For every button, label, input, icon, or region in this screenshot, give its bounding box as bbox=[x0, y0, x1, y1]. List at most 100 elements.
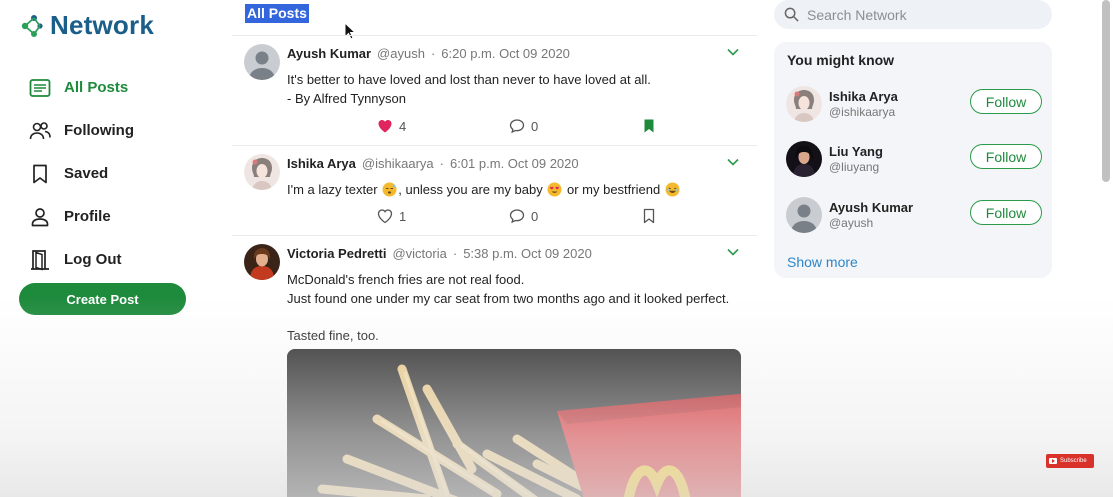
avatar[interactable] bbox=[244, 44, 280, 80]
suggestion-item: Liu Yang @liuyang Follow bbox=[786, 139, 1042, 179]
people-icon bbox=[28, 119, 52, 143]
avatar[interactable] bbox=[786, 197, 822, 233]
post-image[interactable] bbox=[287, 349, 741, 497]
brand-logo[interactable]: Network bbox=[18, 10, 154, 41]
nav-item-following[interactable]: Following bbox=[28, 109, 134, 152]
post-author-name[interactable]: Ayush Kumar bbox=[287, 46, 371, 61]
post-author-handle[interactable]: @ayush bbox=[377, 46, 425, 61]
youtube-play-icon bbox=[1049, 458, 1057, 464]
comment-count: 0 bbox=[531, 118, 539, 134]
scrollbar[interactable] bbox=[1102, 0, 1110, 182]
follow-button[interactable]: Follow bbox=[970, 200, 1042, 225]
suggestion-handle: @ishikaarya bbox=[829, 105, 896, 119]
suggestion-name[interactable]: Liu Yang bbox=[829, 144, 883, 159]
post-content: I'm a lazy texter , unless you are my ba… bbox=[287, 180, 747, 199]
follow-button[interactable]: Follow bbox=[970, 144, 1042, 169]
sleepy-emoji-icon bbox=[382, 182, 397, 197]
comment-count: 0 bbox=[531, 208, 539, 224]
post-timestamp: 6:20 p.m. Oct 09 2020 bbox=[441, 46, 570, 61]
avatar[interactable] bbox=[244, 244, 280, 280]
save-button[interactable] bbox=[641, 118, 657, 134]
nav-item-profile[interactable]: Profile bbox=[28, 195, 134, 238]
post-header: Ishika Arya @ishikaarya · 6:01 p.m. Oct … bbox=[287, 156, 579, 171]
post-text-part: or my bestfriend bbox=[563, 182, 664, 197]
post-header: Victoria Pedretti @victoria · 5:38 p.m. … bbox=[287, 246, 592, 261]
search-input[interactable] bbox=[807, 6, 1037, 23]
avatar[interactable] bbox=[786, 141, 822, 177]
post-text-line: McDonald's french fries are not real foo… bbox=[287, 272, 525, 287]
separator-dot: · bbox=[439, 156, 444, 171]
chevron-down-icon[interactable] bbox=[727, 158, 739, 166]
post-text-spacer bbox=[287, 308, 747, 326]
door-icon bbox=[28, 248, 52, 272]
post-content: It's better to have loved and lost than … bbox=[287, 70, 747, 108]
like-count: 4 bbox=[399, 118, 407, 134]
post-timestamp: 6:01 p.m. Oct 09 2020 bbox=[449, 156, 579, 171]
subscribe-label: Subscribe bbox=[1060, 458, 1087, 464]
post-text-part: I'm a lazy texter bbox=[287, 182, 382, 197]
bookmark-icon bbox=[28, 162, 52, 186]
post-author-handle[interactable]: @victoria bbox=[392, 246, 446, 261]
nav-item-log-out[interactable]: Log Out bbox=[28, 238, 134, 281]
person-icon bbox=[28, 205, 52, 229]
post-text-part: , unless you are my baby bbox=[398, 182, 547, 197]
nav-label: All Posts bbox=[64, 79, 129, 96]
bookmark-outline-icon bbox=[643, 208, 655, 224]
suggestion-name[interactable]: Ishika Arya bbox=[829, 89, 898, 104]
suggestions-panel: You might know Ishika Arya @ishikaarya F… bbox=[774, 42, 1052, 278]
comment-button[interactable]: 0 bbox=[509, 208, 641, 224]
search-bar[interactable] bbox=[774, 0, 1052, 29]
heart-eyes-emoji-icon bbox=[547, 182, 562, 197]
show-more-link[interactable]: Show more bbox=[787, 254, 858, 270]
comment-button[interactable]: 0 bbox=[509, 118, 641, 134]
suggestion-name[interactable]: Ayush Kumar bbox=[829, 200, 913, 215]
nav-label: Saved bbox=[64, 165, 109, 182]
nav-label: Log Out bbox=[64, 251, 122, 268]
main-nav: All Posts Following Saved Profile Log Ou… bbox=[28, 66, 134, 281]
post-card: Ishika Arya @ishikaarya · 6:01 p.m. Oct … bbox=[232, 145, 757, 235]
post-text-line: I'm a lazy texter , unless you are my ba… bbox=[287, 180, 747, 199]
suggestions-title: You might know bbox=[787, 52, 895, 68]
sidebar: Network All Posts Following Saved Profil… bbox=[0, 0, 230, 497]
suggestion-handle: @liuyang bbox=[829, 160, 880, 174]
suggestion-item: Ayush Kumar @ayush Follow bbox=[786, 195, 1042, 235]
suggestion-handle: @ayush bbox=[829, 216, 874, 230]
nav-label: Profile bbox=[64, 208, 111, 225]
nav-item-saved[interactable]: Saved bbox=[28, 152, 134, 195]
comment-icon bbox=[509, 209, 525, 224]
heart-filled-icon bbox=[378, 120, 392, 133]
comment-icon bbox=[509, 119, 525, 134]
post-author-name[interactable]: Victoria Pedretti bbox=[287, 246, 386, 261]
like-button[interactable]: 1 bbox=[377, 208, 509, 224]
chevron-down-icon[interactable] bbox=[727, 248, 739, 256]
heart-outline-icon bbox=[377, 209, 393, 224]
nav-item-all-posts[interactable]: All Posts bbox=[28, 66, 134, 109]
youtube-subscribe-badge[interactable]: Subscribe bbox=[1046, 454, 1094, 468]
chevron-down-icon[interactable] bbox=[727, 48, 739, 56]
page-title: All Posts bbox=[245, 4, 309, 23]
separator-dot: · bbox=[430, 46, 436, 61]
post-author-handle[interactable]: @ishikaarya bbox=[362, 156, 434, 171]
french-fries-photo bbox=[287, 349, 741, 497]
post-text-line: Tasted fine, too. bbox=[287, 328, 379, 343]
follow-button[interactable]: Follow bbox=[970, 89, 1042, 114]
avatar[interactable] bbox=[244, 154, 280, 190]
post-card: Victoria Pedretti @victoria · 5:38 p.m. … bbox=[232, 235, 757, 497]
bookmark-filled-icon bbox=[644, 119, 654, 133]
like-button[interactable]: 4 bbox=[377, 118, 509, 134]
save-button[interactable] bbox=[641, 208, 657, 224]
post-actions: 4 0 bbox=[377, 118, 657, 134]
brand-name: Network bbox=[50, 10, 154, 40]
list-icon bbox=[28, 76, 52, 100]
post-author-name[interactable]: Ishika Arya bbox=[287, 156, 356, 171]
suggestion-item: Ishika Arya @ishikaarya Follow bbox=[786, 84, 1042, 124]
search-icon bbox=[784, 7, 799, 22]
laughing-emoji-icon bbox=[665, 182, 680, 197]
post-card: Ayush Kumar @ayush · 6:20 p.m. Oct 09 20… bbox=[232, 35, 757, 145]
create-post-button[interactable]: Create Post bbox=[19, 283, 186, 315]
feed: All Posts Ayush Kumar @ayush · 6:20 p.m.… bbox=[232, 0, 757, 497]
separator-dot: · bbox=[452, 246, 458, 261]
post-text-line: It's better to have loved and lost than … bbox=[287, 72, 651, 87]
avatar[interactable] bbox=[786, 86, 822, 122]
like-count: 1 bbox=[399, 208, 407, 224]
